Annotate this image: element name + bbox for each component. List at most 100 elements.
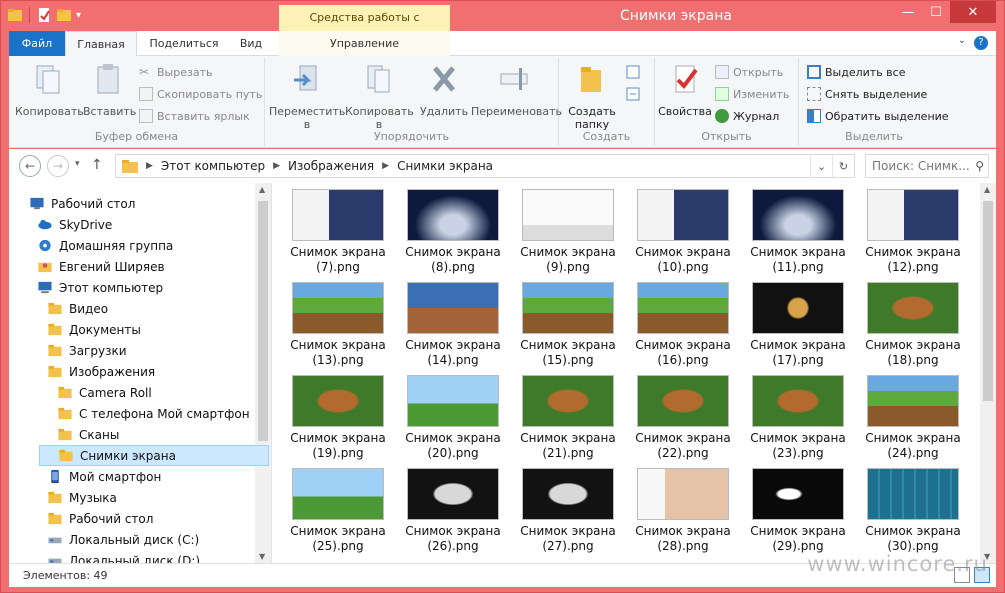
address-dropdown-icon[interactable]: ⌄ bbox=[810, 155, 832, 177]
nav-item-local-disk-d[interactable]: Локальный диск (D:) bbox=[47, 550, 200, 563]
file-tile[interactable]: Снимок экрана (9).png bbox=[516, 183, 620, 274]
file-tile[interactable]: Снимок экрана (13).png bbox=[286, 276, 390, 367]
rename-button[interactable]: Переименовать bbox=[471, 62, 562, 118]
nav-item-desktop-folder[interactable]: Рабочий стол bbox=[47, 508, 153, 529]
breadcrumb-separator-icon[interactable]: ▶ bbox=[273, 161, 280, 171]
breadcrumb-this-pc[interactable]: Этот компьютер bbox=[161, 159, 265, 173]
nav-item-camera-roll[interactable]: Camera Roll bbox=[57, 382, 152, 403]
invert-selection-button[interactable]: Обратить выделение bbox=[807, 106, 949, 126]
file-tile[interactable]: Снимок экрана (10).png bbox=[631, 183, 735, 274]
scroll-up-icon[interactable]: ▲ bbox=[259, 185, 265, 194]
tab-share[interactable]: Поделиться bbox=[141, 31, 227, 56]
nav-item-this-pc[interactable]: Этот компьютер bbox=[37, 277, 163, 298]
file-tile[interactable]: Снимок экрана (19).png bbox=[286, 369, 390, 460]
forward-button[interactable]: → bbox=[47, 155, 69, 177]
easy-access-icon[interactable] bbox=[625, 86, 645, 102]
nav-item-downloads[interactable]: Загрузки bbox=[47, 340, 127, 361]
nav-item-pictures[interactable]: Изображения bbox=[47, 361, 155, 382]
breadcrumb-separator-icon[interactable]: ▶ bbox=[146, 161, 153, 171]
file-tile[interactable]: Снимок экрана (29).png bbox=[746, 462, 850, 553]
scrollbar-thumb[interactable] bbox=[258, 201, 268, 441]
file-tile[interactable]: Снимок экрана (8).png bbox=[401, 183, 505, 274]
close-button[interactable]: ✕ bbox=[950, 1, 996, 23]
navigation-scrollbar[interactable]: ▲ ▼ bbox=[255, 183, 271, 563]
breadcrumb-pictures[interactable]: Изображения bbox=[288, 159, 374, 173]
nav-item-user[interactable]: Евгений Ширяев bbox=[37, 256, 165, 277]
history-button[interactable]: Журнал bbox=[715, 106, 779, 126]
back-button[interactable]: ← bbox=[19, 155, 41, 177]
content-scrollbar[interactable]: ▲ ▼ bbox=[980, 183, 996, 563]
copy-to-button[interactable]: Копировать в bbox=[345, 62, 414, 131]
nav-item-local-disk-c[interactable]: Локальный диск (C:) bbox=[47, 529, 199, 550]
copy-button[interactable]: Копировать bbox=[15, 62, 84, 118]
cut-button[interactable]: ✂ Вырезать bbox=[139, 62, 212, 82]
search-icon[interactable]: ⚲ bbox=[975, 159, 984, 173]
file-name-line: Снимок экрана bbox=[635, 338, 731, 352]
nav-item-from-phone[interactable]: С телефона Мой смартфон bbox=[57, 403, 250, 424]
customize-toolbar-icon[interactable]: ▾ bbox=[76, 10, 81, 21]
file-tile[interactable]: Снимок экрана (25).png bbox=[286, 462, 390, 553]
file-tile[interactable]: Снимок экрана (20).png bbox=[401, 369, 505, 460]
refresh-button[interactable]: ↻ bbox=[832, 155, 854, 177]
nav-item-homegroup[interactable]: Домашняя группа bbox=[37, 235, 173, 256]
paste-button[interactable]: Вставить bbox=[83, 62, 136, 118]
select-none-button[interactable]: Снять выделение bbox=[807, 84, 927, 104]
file-tile[interactable]: Снимок экрана (18).png bbox=[861, 276, 965, 367]
nav-item-my-phone[interactable]: Мой смартфон bbox=[47, 466, 161, 487]
file-tile[interactable]: Снимок экрана (30).png bbox=[861, 462, 965, 553]
select-all-button[interactable]: Выделить все bbox=[807, 62, 905, 82]
recent-locations-icon[interactable]: ▾ bbox=[75, 159, 80, 169]
nav-item-scans[interactable]: Сканы bbox=[57, 424, 119, 445]
nav-item-music[interactable]: Музыка bbox=[47, 487, 117, 508]
file-name: Снимок экрана (8).png bbox=[401, 245, 505, 275]
new-item-icon[interactable] bbox=[625, 64, 645, 80]
contextual-tab-header: Средства работы с рисунками bbox=[279, 5, 450, 50]
new-folder-button[interactable]: Создать папку bbox=[563, 62, 621, 131]
search-input[interactable]: Поиск: Снимк... ⚲ bbox=[865, 154, 989, 178]
new-folder-icon[interactable] bbox=[56, 7, 72, 23]
maximize-button[interactable]: ☐ bbox=[922, 1, 950, 23]
file-tile[interactable]: Снимок экрана (16).png bbox=[631, 276, 735, 367]
scroll-up-icon[interactable]: ▲ bbox=[984, 185, 990, 194]
file-name-line: Снимок экрана bbox=[865, 338, 961, 352]
nav-item-videos[interactable]: Видео bbox=[47, 298, 108, 319]
copy-path-button[interactable]: Скопировать путь bbox=[139, 84, 262, 104]
scrollbar-thumb[interactable] bbox=[983, 201, 993, 401]
edit-button[interactable]: Изменить bbox=[715, 84, 789, 104]
chevron-down-icon[interactable]: ⌄ bbox=[958, 35, 966, 46]
tab-manage[interactable]: Управление bbox=[279, 31, 450, 56]
tab-file[interactable]: Файл bbox=[9, 31, 65, 56]
tab-view[interactable]: Вид bbox=[231, 31, 271, 56]
file-tile[interactable]: Снимок экрана (22).png bbox=[631, 369, 735, 460]
file-tile[interactable]: Снимок экрана (23).png bbox=[746, 369, 850, 460]
scroll-down-icon[interactable]: ▼ bbox=[259, 552, 265, 561]
properties-icon[interactable] bbox=[36, 7, 52, 23]
properties-button[interactable]: Свойства bbox=[657, 62, 713, 118]
file-tile[interactable]: Снимок экрана (12).png bbox=[861, 183, 965, 274]
file-tile[interactable]: Снимок экрана (11).png bbox=[746, 183, 850, 274]
breadcrumb-screenshots[interactable]: Снимки экрана bbox=[397, 159, 493, 173]
nav-item-desktop[interactable]: Рабочий стол bbox=[29, 193, 135, 214]
file-tile[interactable]: Снимок экрана (26).png bbox=[401, 462, 505, 553]
up-button[interactable]: ↑ bbox=[91, 157, 103, 173]
nav-item-screenshots[interactable]: Снимки экрана bbox=[39, 445, 269, 466]
file-tile[interactable]: Снимок экрана (7).png bbox=[286, 183, 390, 274]
paste-shortcut-button[interactable]: Вставить ярлык bbox=[139, 106, 250, 126]
breadcrumb-separator-icon[interactable]: ▶ bbox=[382, 161, 389, 171]
nav-item-documents[interactable]: Документы bbox=[47, 319, 141, 340]
minimize-button[interactable]: — bbox=[894, 1, 922, 23]
file-tile[interactable]: Снимок экрана (27).png bbox=[516, 462, 620, 553]
help-icon[interactable]: ? bbox=[974, 36, 988, 50]
file-tile[interactable]: Снимок экрана (24).png bbox=[861, 369, 965, 460]
address-bar[interactable]: ▶ Этот компьютер ▶ Изображения ▶ Снимки … bbox=[115, 154, 855, 178]
file-tile[interactable]: Снимок экрана (17).png bbox=[746, 276, 850, 367]
file-tile[interactable]: Снимок экрана (21).png bbox=[516, 369, 620, 460]
file-tile[interactable]: Снимок экрана (14).png bbox=[401, 276, 505, 367]
file-tile[interactable]: Снимок экрана (15).png bbox=[516, 276, 620, 367]
delete-button[interactable]: Удалить bbox=[419, 62, 469, 118]
file-tile[interactable]: Снимок экрана (28).png bbox=[631, 462, 735, 553]
move-to-button[interactable]: Переместить в bbox=[269, 62, 345, 131]
tab-home[interactable]: Главная bbox=[65, 31, 137, 57]
nav-item-skydrive[interactable]: SkyDrive bbox=[37, 214, 112, 235]
open-button[interactable]: Открыть bbox=[715, 62, 783, 82]
